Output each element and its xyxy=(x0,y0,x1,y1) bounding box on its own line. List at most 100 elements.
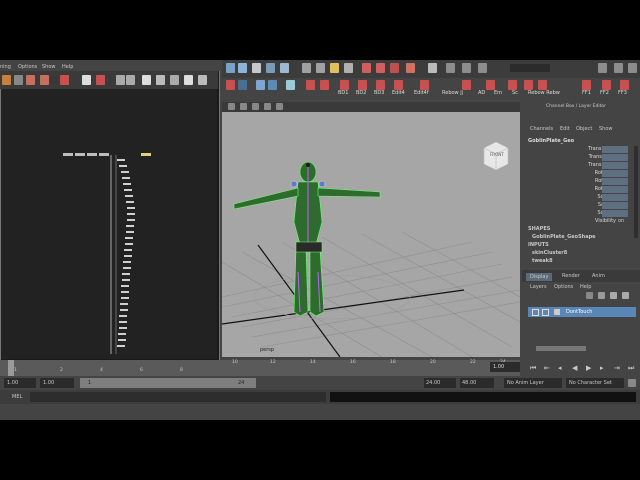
shelf-tool-icon[interactable] xyxy=(508,80,517,90)
shelf-tool-icon[interactable] xyxy=(582,80,591,90)
object-menu[interactable]: Object xyxy=(576,126,592,132)
anim-layer-dropdown[interactable]: No Anim Layer xyxy=(504,378,562,388)
character-set-dropdown[interactable]: No Character Set xyxy=(566,378,624,388)
wireframe-icon[interactable] xyxy=(240,103,247,110)
rotate-tool-icon[interactable] xyxy=(266,63,275,73)
hypergraph-menu-item[interactable]: Show xyxy=(42,64,56,70)
attribute-value[interactable] xyxy=(602,194,628,201)
attribute-row[interactable]: Scale X xyxy=(522,194,640,202)
attribute-value[interactable] xyxy=(602,186,628,193)
shelf-tab[interactable]: FF1 xyxy=(582,90,591,96)
go-to-end-icon[interactable]: ⏭ xyxy=(628,364,634,373)
shelf-tool-icon[interactable] xyxy=(524,80,533,90)
shelf-tool-icon[interactable] xyxy=(238,80,247,90)
sidebar-toggle-icon[interactable] xyxy=(446,63,455,73)
attribute-value[interactable] xyxy=(602,146,628,153)
playback-start-field[interactable]: 1.00 xyxy=(40,378,74,388)
shelf-tool-icon[interactable] xyxy=(340,80,349,90)
shelf-tab[interactable]: Rebow jj xyxy=(442,90,463,96)
current-frame-field[interactable]: 1.00 xyxy=(490,362,520,372)
shelf-tool-icon[interactable] xyxy=(376,80,385,90)
edit-menu[interactable]: Edit xyxy=(560,126,570,132)
channels-menu[interactable]: Channels xyxy=(530,126,553,132)
hg-tool-icon[interactable] xyxy=(170,75,179,85)
attribute-value[interactable]: on xyxy=(618,218,624,224)
input-box-icon[interactable] xyxy=(428,63,437,73)
shelf-tool-icon[interactable] xyxy=(306,80,315,90)
attribute-row[interactable]: Rotate Y xyxy=(522,178,640,186)
mel-label[interactable]: MEL xyxy=(12,394,22,400)
shelf-tool-icon[interactable] xyxy=(320,80,329,90)
layer-scrollbar[interactable] xyxy=(536,346,586,351)
input-node[interactable]: skinCluster8 xyxy=(532,250,567,256)
new-layer-icon[interactable] xyxy=(586,292,593,299)
step-back-key-icon[interactable]: ⇤ xyxy=(544,364,550,372)
show-menu[interactable]: Show xyxy=(599,126,613,132)
attribute-row[interactable]: Rotate Z xyxy=(522,186,640,194)
hypergraph-canvas[interactable] xyxy=(1,89,217,359)
shelf-tool-icon[interactable] xyxy=(602,80,611,90)
hg-tool-icon[interactable] xyxy=(184,75,193,85)
hg-tool-icon[interactable] xyxy=(96,75,105,85)
playback-end-field[interactable]: 24.00 xyxy=(424,378,456,388)
shelf-tab[interactable]: Edit4 xyxy=(392,90,405,96)
time-slider[interactable]: 1 2 4 6 8 10 12 14 16 18 20 22 24 xyxy=(0,360,520,376)
hg-tool-icon[interactable] xyxy=(126,75,135,85)
hypergraph-menu-item[interactable]: ning xyxy=(0,64,11,70)
shelf-tab[interactable]: Em xyxy=(494,90,502,96)
step-forward-key-icon[interactable]: ⇥ xyxy=(614,364,620,372)
shelf-tool-icon[interactable] xyxy=(394,80,403,90)
select-tool-icon[interactable] xyxy=(226,63,235,73)
lighting-icon[interactable] xyxy=(276,103,283,110)
shelf-tab[interactable]: Edit4f xyxy=(414,90,429,96)
camera-icon[interactable] xyxy=(228,103,235,110)
shelf-tool-icon[interactable] xyxy=(358,80,367,90)
lasso-tool-icon[interactable] xyxy=(238,63,247,73)
tab-render[interactable]: Render xyxy=(562,273,580,279)
shelf-tab[interactable]: BD2 xyxy=(356,90,366,96)
hg-tool-icon[interactable] xyxy=(60,75,69,85)
new-layer-selected-icon[interactable] xyxy=(598,292,605,299)
shelf-tool-icon[interactable] xyxy=(286,80,295,90)
shelf-tab[interactable]: FF3 xyxy=(618,90,627,96)
layer-editor-toggle-icon[interactable] xyxy=(614,63,623,73)
go-to-start-icon[interactable]: ⏮ xyxy=(530,364,536,373)
shelf-tool-icon[interactable] xyxy=(226,80,235,90)
hypershade-icon[interactable] xyxy=(406,63,415,73)
shelf-tab[interactable]: Sc xyxy=(512,90,518,96)
attribute-row[interactable]: Visibility on xyxy=(522,218,640,226)
shelf-tool-icon[interactable] xyxy=(256,80,265,90)
input-node[interactable]: tweak8 xyxy=(532,258,553,264)
attribute-row[interactable]: Scale Y xyxy=(522,202,640,210)
attribute-value[interactable] xyxy=(602,162,628,169)
textured-icon[interactable] xyxy=(264,103,271,110)
shelf-tool-icon[interactable] xyxy=(538,80,547,90)
options-menu[interactable]: Options xyxy=(554,284,573,290)
attribute-value[interactable] xyxy=(602,178,628,185)
attribute-editor-icon[interactable] xyxy=(462,63,471,73)
template-toggle-icon[interactable] xyxy=(542,309,549,316)
attribute-row[interactable]: Scale Z xyxy=(522,210,640,218)
snap-grid-icon[interactable] xyxy=(302,63,311,73)
layer-row[interactable]: DontTouch xyxy=(528,307,636,317)
layers-menu[interactable]: Layers xyxy=(530,284,547,290)
attribute-row[interactable]: Translate Z xyxy=(522,162,640,170)
end-time-field[interactable]: 48.00 xyxy=(460,378,494,388)
move-tool-icon[interactable] xyxy=(252,63,261,73)
render-settings-icon[interactable] xyxy=(390,63,399,73)
snap-curve-icon[interactable] xyxy=(316,63,325,73)
attribute-row[interactable]: Rotate X xyxy=(522,170,640,178)
attribute-value[interactable] xyxy=(602,202,628,209)
shelf-tab[interactable]: BD3 xyxy=(374,90,384,96)
shelf-tab[interactable]: AD xyxy=(478,90,485,96)
shape-name[interactable]: GoblinPlate_GeoShape xyxy=(532,234,596,240)
hg-tool-icon[interactable] xyxy=(26,75,35,85)
hg-tool-icon[interactable] xyxy=(156,75,165,85)
tab-display[interactable]: Display xyxy=(526,273,553,281)
shelf-tool-icon[interactable] xyxy=(486,80,495,90)
hg-tool-icon[interactable] xyxy=(2,75,11,85)
attribute-value[interactable] xyxy=(602,170,628,177)
hg-tool-icon[interactable] xyxy=(82,75,91,85)
hypergraph-menu-item[interactable]: Help xyxy=(62,64,73,70)
shaded-icon[interactable] xyxy=(252,103,259,110)
